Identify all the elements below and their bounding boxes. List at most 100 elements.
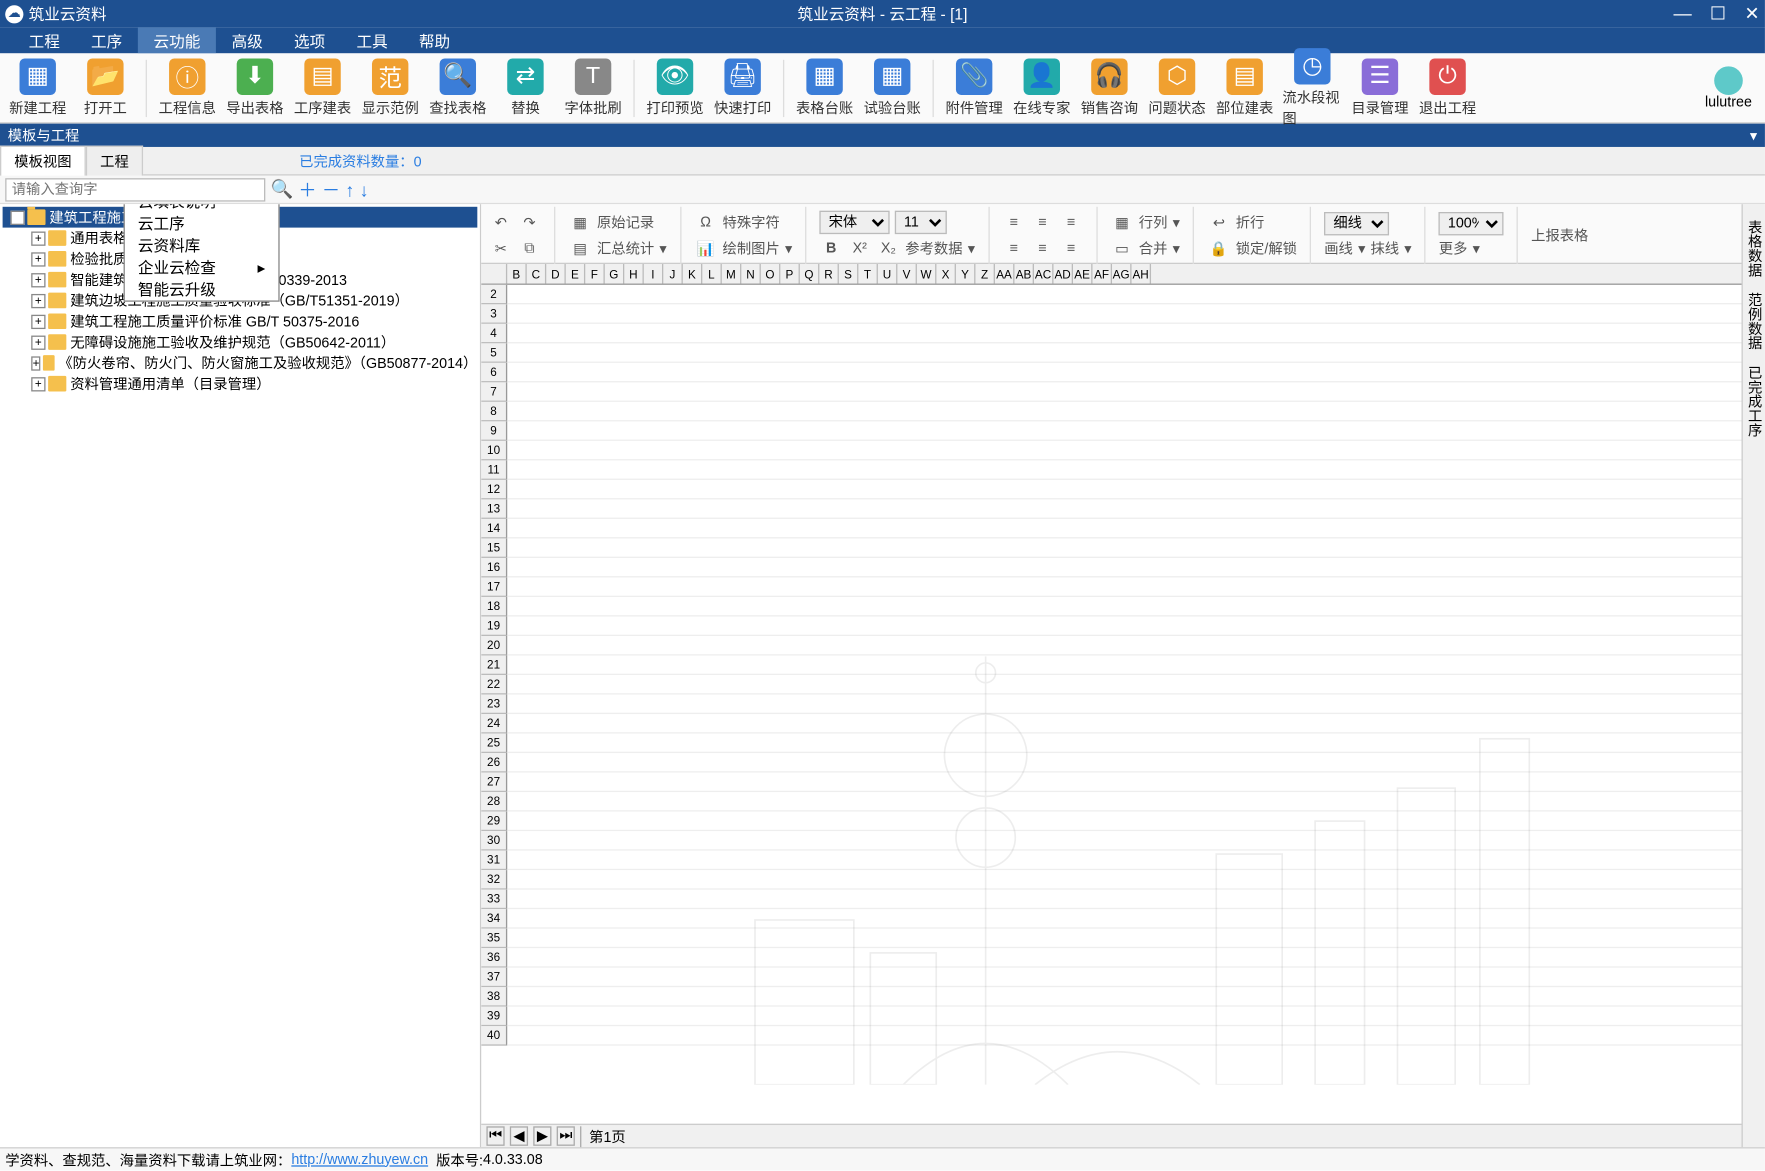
align-center-icon[interactable]: ≡	[1031, 211, 1054, 234]
ribbon-在线专家[interactable]: 👤在线专家	[1009, 55, 1074, 120]
row-header-26[interactable]: 26	[481, 753, 507, 773]
col-T[interactable]: T	[858, 264, 878, 284]
next-page-icon[interactable]: ▶	[533, 1126, 551, 1146]
ribbon-退出工程[interactable]: ⏻退出工程	[1415, 55, 1480, 120]
rows-cols-button[interactable]: 行列	[1139, 212, 1168, 233]
font-select[interactable]: 宋体	[819, 211, 889, 234]
row-header-20[interactable]: 20	[481, 636, 507, 656]
copy-icon[interactable]: ⧉	[518, 237, 541, 260]
row-header-27[interactable]: 27	[481, 773, 507, 793]
row-header-18[interactable]: 18	[481, 597, 507, 617]
expand-icon[interactable]: +	[31, 252, 45, 266]
ribbon-工序建表[interactable]: ▤工序建表	[290, 55, 355, 120]
col-AB[interactable]: AB	[1014, 264, 1034, 284]
ribbon-显示范例[interactable]: 范显示范例	[358, 55, 423, 120]
menu-1[interactable]: 工序	[75, 27, 137, 54]
expand-icon[interactable]: +	[31, 314, 45, 328]
cut-icon[interactable]: ✂	[489, 237, 512, 260]
ribbon-问题状态[interactable]: ⬡问题状态	[1145, 55, 1210, 120]
zoom-select[interactable]: 100%	[1439, 212, 1504, 235]
row-header-35[interactable]: 35	[481, 929, 507, 949]
ribbon-销售咨询[interactable]: 🎧销售咨询	[1077, 55, 1142, 120]
expand-icon[interactable]: +	[31, 356, 41, 370]
original-record-button[interactable]: 原始记录	[597, 212, 654, 233]
col-Z[interactable]: Z	[975, 264, 995, 284]
expand-icon[interactable]: +	[31, 231, 45, 245]
ribbon-部位建表[interactable]: ▤部位建表	[1212, 55, 1277, 120]
row-header-9[interactable]: 9	[481, 421, 507, 441]
ribbon-目录管理[interactable]: ☰目录管理	[1347, 55, 1412, 120]
row-header-4[interactable]: 4	[481, 324, 507, 344]
ribbon-工程信息[interactable]: ⓘ工程信息	[155, 55, 220, 120]
col-P[interactable]: P	[780, 264, 800, 284]
ribbon-打印预览[interactable]: 👁打印预览	[642, 55, 707, 120]
row-header-14[interactable]: 14	[481, 519, 507, 539]
row-header-28[interactable]: 28	[481, 792, 507, 812]
minimize-button[interactable]: —	[1673, 3, 1691, 25]
align-right-icon[interactable]: ≡	[1059, 211, 1082, 234]
row-header-5[interactable]: 5	[481, 343, 507, 363]
row-header-12[interactable]: 12	[481, 480, 507, 500]
col-F[interactable]: F	[585, 264, 605, 284]
col-G[interactable]: G	[605, 264, 625, 284]
row-header-33[interactable]: 33	[481, 890, 507, 910]
last-page-icon[interactable]: ⏭	[557, 1126, 575, 1146]
spreadsheet[interactable]: BCDEFGHIJKLMNOPQRSTUVWXYZAAABACADAEAFAGA…	[481, 264, 1741, 1124]
row-header-29[interactable]: 29	[481, 812, 507, 832]
draw-line-button[interactable]: 画线	[1324, 238, 1353, 259]
row-header-13[interactable]: 13	[481, 499, 507, 519]
row-header-34[interactable]: 34	[481, 909, 507, 929]
col-N[interactable]: N	[741, 264, 761, 284]
dropdown-item-4[interactable]: 云工序	[125, 212, 278, 234]
col-J[interactable]: J	[663, 264, 683, 284]
wrap-button[interactable]: 折行	[1236, 212, 1265, 233]
row-header-6[interactable]: 6	[481, 363, 507, 383]
menu-0[interactable]: 工程	[13, 27, 75, 54]
col-O[interactable]: O	[761, 264, 781, 284]
col-V[interactable]: V	[897, 264, 917, 284]
row-header-22[interactable]: 22	[481, 675, 507, 695]
tree-node-6[interactable]: +无障碍设施施工验收及维护规范（GB50642-2011）	[3, 332, 478, 353]
tree-node-5[interactable]: +建筑工程施工质量评价标准 GB/T 50375-2016	[3, 311, 478, 332]
tree-node-7[interactable]: +《防火卷帘、防火门、防火窗施工及验收规范》（GB50877-2014）	[3, 352, 478, 373]
close-button[interactable]: ✕	[1744, 3, 1759, 25]
sup-icon[interactable]: X²	[848, 237, 871, 260]
col-L[interactable]: L	[702, 264, 722, 284]
ribbon-字体批刷[interactable]: T字体批刷	[561, 55, 626, 120]
col-H[interactable]: H	[624, 264, 644, 284]
ribbon-替换[interactable]: ⇄替换	[493, 55, 558, 120]
ribbon-附件管理[interactable]: 📎附件管理	[942, 55, 1007, 120]
row-header-15[interactable]: 15	[481, 538, 507, 558]
row-header-11[interactable]: 11	[481, 460, 507, 480]
col-R[interactable]: R	[819, 264, 839, 284]
col-AH[interactable]: AH	[1132, 264, 1152, 284]
row-header-36[interactable]: 36	[481, 948, 507, 968]
row-header-31[interactable]: 31	[481, 851, 507, 871]
summary-button[interactable]: 汇总统计	[597, 238, 654, 259]
sheet-rows[interactable]: 2345678910111213141516171819202122232425…	[481, 285, 1741, 1046]
col-S[interactable]: S	[839, 264, 859, 284]
vtab-1[interactable]: 范例数据	[1741, 285, 1765, 358]
row-header-16[interactable]: 16	[481, 558, 507, 578]
more-button[interactable]: 更多	[1439, 238, 1468, 259]
down-icon[interactable]: ↓	[360, 179, 369, 200]
redo-icon[interactable]: ↷	[518, 211, 541, 234]
col-X[interactable]: X	[936, 264, 956, 284]
upload-button[interactable]: 上报表格	[1531, 225, 1588, 246]
col-AD[interactable]: AD	[1053, 264, 1073, 284]
col-AE[interactable]: AE	[1073, 264, 1093, 284]
ribbon-流水段视图[interactable]: ◷流水段视图	[1280, 45, 1345, 131]
row-header-32[interactable]: 32	[481, 870, 507, 890]
col-AG[interactable]: AG	[1112, 264, 1132, 284]
ribbon-查找表格[interactable]: 🔍查找表格	[425, 55, 490, 120]
row-header-8[interactable]: 8	[481, 402, 507, 422]
col-K[interactable]: K	[683, 264, 703, 284]
row-header-2[interactable]: 2	[481, 285, 507, 305]
col-C[interactable]: C	[527, 264, 547, 284]
col-D[interactable]: D	[546, 264, 566, 284]
add-icon[interactable]: ＋	[298, 176, 316, 202]
maximize-button[interactable]: ☐	[1710, 3, 1726, 25]
row-header-30[interactable]: 30	[481, 831, 507, 851]
search-input[interactable]	[5, 178, 265, 201]
dropdown-item-5[interactable]: 云资料库	[125, 234, 278, 256]
